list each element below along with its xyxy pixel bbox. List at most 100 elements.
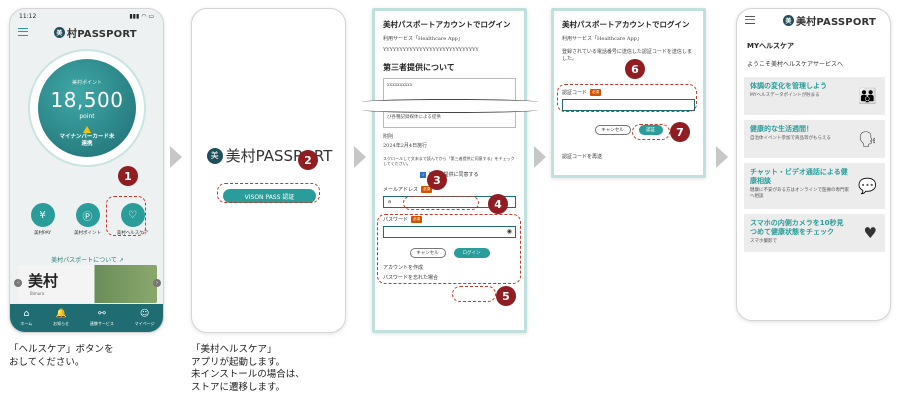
- step-badge-6: 6: [625, 59, 645, 79]
- section-title: MYヘルスケア: [747, 42, 795, 50]
- card-subtitle: MYヘルスデータポイントが貯まる: [750, 93, 820, 98]
- tab-notice[interactable]: 🔔 お知らせ: [53, 309, 69, 327]
- status-time: 11:12: [19, 13, 37, 20]
- login-title: 美村パスポートアカウントでログイン: [383, 20, 511, 29]
- bell-icon: 🔔: [55, 309, 67, 319]
- tab-bar: ⌂ ホーム 🔔 お知らせ ⚯ 連携サービス ☺ マイページ: [10, 304, 163, 332]
- user-icon: ☺: [139, 309, 150, 319]
- card-healthy-lifestyle[interactable]: 健康的な生活週間！ 自治体イベント参加で商品等がもらえる 🗣: [744, 120, 885, 158]
- tab-services[interactable]: ⚯ 連携サービス: [90, 309, 114, 327]
- banner-next-icon[interactable]: ›: [153, 279, 161, 287]
- point-label: 美村ポイント: [71, 80, 102, 86]
- step-badge-5: 5: [496, 286, 516, 306]
- card-title: チャット・ビデオ通話による健康相談: [750, 168, 848, 185]
- cancel-button[interactable]: キャンセル: [594, 125, 631, 135]
- pay-label: 美村PAY: [34, 231, 51, 236]
- flow-arrow-icon: [716, 146, 728, 168]
- home-icon: ⌂: [23, 309, 30, 319]
- about-link[interactable]: 美村パスポートについて ↗: [10, 255, 163, 264]
- email-label-row: メールアドレス 必須: [383, 186, 516, 193]
- card-title: 健康的な生活週間！: [750, 125, 813, 133]
- share-icon: ⚯: [98, 309, 106, 319]
- card-subtitle: スマホ撮影で: [750, 239, 777, 244]
- highlight-2: [217, 183, 320, 203]
- points-label: 美村ポイント: [74, 231, 101, 236]
- email-label: メールアドレス: [383, 187, 419, 193]
- phone-login-form: 美村パスポートアカウントでログイン 利用サービス「Healthcare App」…: [372, 8, 527, 333]
- highlight-4: [377, 214, 521, 284]
- resend-code-link[interactable]: 認証コードを再送: [562, 153, 695, 160]
- point-unit: point: [79, 113, 95, 120]
- menu-icon[interactable]: [745, 16, 755, 24]
- highlight-1: [106, 196, 146, 236]
- chat-icon: 💬: [858, 177, 877, 195]
- phone-launch-screen: 美 美村PASSPORT VISON PASS 認証: [191, 8, 346, 333]
- step-badge-1: 1: [118, 166, 138, 186]
- scroll-note: スクロールして文末まで読んでから「第三者提供に同意する」をチェックしてください。: [383, 156, 515, 166]
- phone-home-screen: 11:12 ▮▮▮ ◠ ▭ 美 村PASSPORT 美村ポイント 18,500 …: [9, 8, 164, 333]
- point-display: 美村ポイント 18,500 point マイナンバーカード未 連携: [28, 49, 146, 167]
- highlight-5: [452, 286, 496, 302]
- family-icon: 👪: [858, 87, 877, 105]
- step-badge-3: 3: [427, 170, 447, 190]
- brand-name: 村PASSPORT: [67, 28, 137, 40]
- status-bar: 11:12 ▮▮▮ ◠ ▭: [10, 9, 163, 21]
- warning-icon: [83, 126, 91, 133]
- tab-home-label: ホーム: [20, 321, 33, 326]
- card-title: 体調の変化を管理しよう: [750, 82, 827, 90]
- tab-home[interactable]: ⌂ ホーム: [20, 309, 32, 327]
- logo-mark-icon: 美: [54, 26, 65, 38]
- app-logo-large: 美 美村PASSPORT: [192, 145, 345, 166]
- card-health-tracking[interactable]: 体調の変化を管理しよう MYヘルスデータポイントが貯まる 👪: [744, 77, 885, 115]
- app-header: 美 村PASSPORT: [10, 21, 163, 43]
- service-label: 利用サービス「Healthcare App」: [383, 36, 463, 42]
- app-header: 美 美村PASSPORT: [737, 9, 890, 31]
- terms-head: xxxxxxxxxx: [387, 83, 413, 88]
- tab-mypage[interactable]: ☺ マイページ: [135, 309, 155, 327]
- terms-date: 2024年2月4日施行: [383, 143, 428, 149]
- step-badge-4: 4: [488, 194, 508, 214]
- step-badge-7: 7: [670, 122, 690, 142]
- consent-checkbox[interactable]: ✓ 第三者提供に同意する: [383, 171, 516, 178]
- phone-healthcare-app: 美 美村PASSPORT MYヘルスケア ようこそ美村ヘルスケアサービスへ 体調…: [736, 8, 891, 321]
- third-party-heading: 第三者提供について: [383, 62, 455, 72]
- mynumber-warning[interactable]: マイナンバーカード未 連携: [38, 134, 136, 148]
- tab-notice-label: お知らせ: [53, 321, 70, 326]
- tab-mypage-label: マイページ: [134, 321, 155, 326]
- banner-title: 美村: [28, 272, 59, 290]
- flow-arrow-icon: [170, 146, 182, 168]
- card-camera-check[interactable]: スマホの内側カメラを10秒見つめて健康状態をチェック スマホ撮影で ♥: [744, 214, 885, 252]
- highlight-6: [557, 84, 697, 112]
- menu-icon[interactable]: [18, 28, 28, 36]
- login-title: 美村パスポートアカウントでログイン: [562, 20, 690, 29]
- external-link-icon: ↗: [118, 257, 124, 264]
- flow-arrow-icon: [354, 146, 366, 168]
- logo-mark-icon: 美: [206, 147, 223, 164]
- step-1-caption: 「ヘルスケア」ボタンを おしてください。: [9, 344, 114, 368]
- flow-arrow-icon: [534, 146, 546, 168]
- screen-break-icon: [362, 99, 538, 113]
- promo-banner[interactable]: 美村 Bimura ‹ ›: [14, 265, 161, 303]
- step-2-caption: 「美村ヘルスケア」 アプリが起動します。 未インストールの場合は、 ストアに遷移…: [191, 344, 305, 393]
- banner-prev-icon[interactable]: ‹: [14, 279, 22, 287]
- status-icons: ▮▮▮ ◠ ▭: [129, 13, 154, 20]
- card-title: スマホの内側カメラを10秒見つめて健康状態をチェック: [750, 219, 844, 236]
- welcome-text: ようこそ美村ヘルスケアサービスへ: [747, 61, 844, 68]
- card-consultation[interactable]: チャット・ビデオ通話による健康相談 健康に不安がある方はオンラインで医療の専門家…: [744, 163, 885, 209]
- pay-button[interactable]: ¥ 美村PAY: [23, 203, 63, 236]
- step-badge-2: 2: [298, 150, 318, 170]
- card-subtitle: 自治体イベント参加で商品等がもらえる: [750, 136, 831, 141]
- check-icon: ✓: [420, 171, 427, 178]
- app-logo: 美 村PASSPORT: [54, 25, 137, 40]
- tab-services-label: 連携サービス: [89, 321, 114, 326]
- banner-subtitle: Bimura: [30, 291, 45, 296]
- logo-mark-icon: 美: [783, 14, 794, 26]
- points-button[interactable]: Ⓟ 美村ポイント: [68, 203, 108, 236]
- speaker-icon: 🗣: [857, 130, 877, 148]
- service-label: 利用サービス「Healthcare App」: [562, 36, 642, 42]
- about-link-text: 美村パスポートについて: [51, 257, 117, 264]
- service-id: YYYYYYYYYYYYYYYYYYYYYYYYYYYYY: [383, 47, 479, 53]
- terms-date-label: 附則: [383, 134, 394, 140]
- brand-name: 美村PASSPORT: [796, 16, 877, 28]
- yen-icon: ¥: [30, 203, 55, 227]
